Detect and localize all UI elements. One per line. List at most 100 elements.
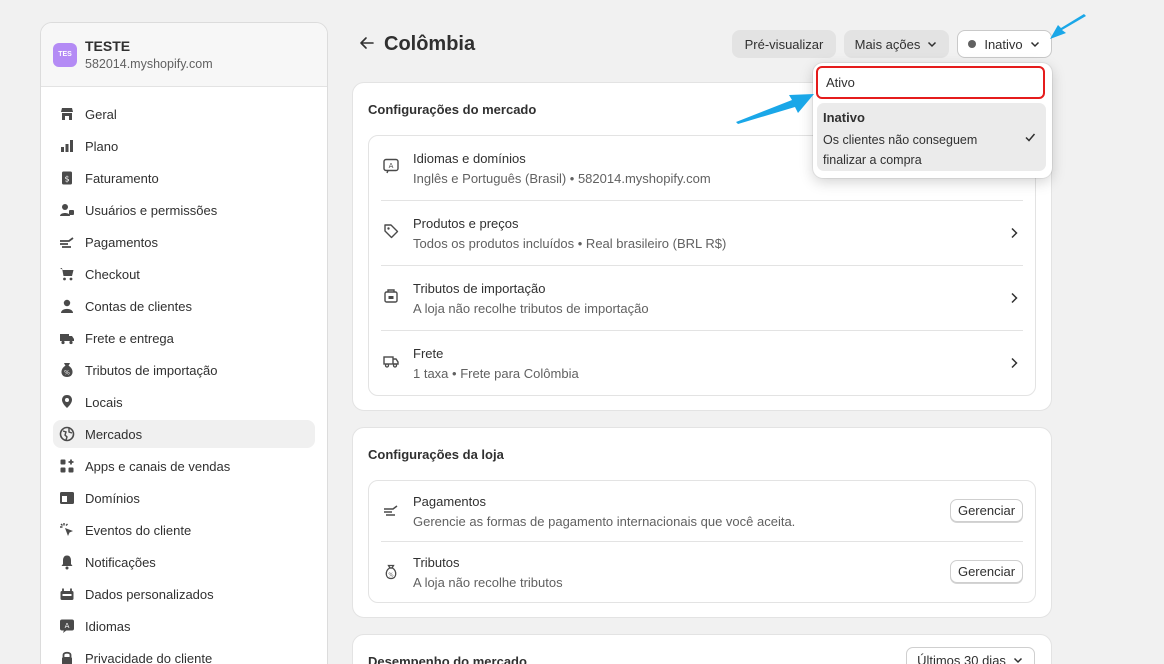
sidebar-item-label: Frete e entrega xyxy=(85,330,174,346)
sidebar-item-label: Tributos de importação xyxy=(85,362,218,378)
sidebar-item-label: Pagamentos xyxy=(85,234,158,250)
lock-icon xyxy=(62,651,72,664)
sidebar-item-notificacoes[interactable]: Notificações xyxy=(53,548,315,576)
manage-payments-button[interactable]: Gerenciar xyxy=(950,499,1023,522)
svg-text:$: $ xyxy=(64,175,69,184)
row-subtitle: Gerencie as formas de pagamento internac… xyxy=(413,514,796,529)
preview-button[interactable]: Pré-visualizar xyxy=(732,30,836,58)
tax-bag-icon: % xyxy=(61,363,73,377)
status-dot-icon xyxy=(968,40,977,48)
sidebar-item-locais[interactable]: Locais xyxy=(53,388,315,416)
sidebar-item-usuarios[interactable]: Usuários e permissões xyxy=(53,196,315,224)
sidebar-item-label: Faturamento xyxy=(85,170,159,186)
location-icon xyxy=(62,395,72,408)
sidebar-item-privacidade[interactable]: Privacidade do cliente xyxy=(53,644,315,664)
sidebar-item-label: Dados personalizados xyxy=(85,586,214,602)
option-title: Inativo xyxy=(823,110,865,125)
status-option-inativo[interactable]: Inativo Os clientes não conseguem finali… xyxy=(817,103,1046,171)
store-avatar: TES xyxy=(53,42,77,67)
sidebar-item-checkout[interactable]: Checkout xyxy=(53,260,315,288)
period-select-button[interactable]: Últimos 30 dias xyxy=(906,647,1035,664)
row-subtitle: 1 taxa • Frete para Colômbia xyxy=(413,366,579,381)
sidebar-item-label: Checkout xyxy=(85,266,140,282)
list-item-tributos-importacao[interactable]: Tributos de importação A loja não recolh… xyxy=(381,266,1023,331)
status-option-ativo[interactable]: Ativo xyxy=(816,66,1045,99)
sidebar-item-label: Locais xyxy=(85,394,123,410)
back-arrow-icon[interactable] xyxy=(357,33,377,53)
sidebar-item-label: Eventos do cliente xyxy=(85,522,192,538)
sidebar-item-eventos[interactable]: Eventos do cliente xyxy=(53,516,315,544)
chevron-right-icon xyxy=(1011,227,1018,239)
svg-text:%: % xyxy=(64,370,70,377)
chevron-down-icon xyxy=(928,41,937,48)
billing-icon: $ xyxy=(62,171,72,185)
manage-taxes-button[interactable]: Gerenciar xyxy=(950,560,1023,583)
status-select-button[interactable]: Inativo xyxy=(957,30,1052,58)
sidebar-item-pagamentos[interactable]: Pagamentos xyxy=(53,228,315,256)
sidebar-item-label: Contas de clientes xyxy=(85,298,192,314)
settings-sidebar: TES TESTE 582014.myshopify.com Geral Pla… xyxy=(40,22,328,664)
row-title: Tributos de importação xyxy=(413,281,546,296)
sidebar-item-label: Geral xyxy=(85,106,117,122)
sidebar-item-dominios[interactable]: Domínios xyxy=(53,484,315,512)
sidebar-item-label: Notificações xyxy=(85,554,156,570)
page-title: Colômbia xyxy=(384,33,476,55)
more-actions-button[interactable]: Mais ações xyxy=(844,30,949,58)
list-item-produtos-precos[interactable]: Produtos e preços Todos os produtos incl… xyxy=(381,201,1023,266)
list-item-tributos: % Tributos A loja não recolhe tributos G… xyxy=(381,542,1023,603)
sidebar-item-mercados[interactable]: Mercados xyxy=(53,420,315,448)
sidebar-item-contas[interactable]: Contas de clientes xyxy=(53,292,315,320)
sidebar-item-label: Mercados xyxy=(85,426,143,442)
cursor-click-icon xyxy=(60,523,73,536)
sidebar-item-label: Usuários e permissões xyxy=(85,202,218,218)
option-description: Os clientes não conseguem finalizar a co… xyxy=(823,133,978,167)
import-box-icon xyxy=(384,289,398,303)
more-actions-label: Mais ações xyxy=(854,36,921,52)
chevron-down-icon xyxy=(1013,657,1022,664)
sidebar-item-tributos-importacao[interactable]: % Tributos de importação xyxy=(53,356,315,384)
sidebar-item-dados[interactable]: Dados personalizados xyxy=(53,580,315,608)
svg-text:%: % xyxy=(388,573,393,579)
domain-icon xyxy=(60,492,74,504)
truck-icon xyxy=(383,356,399,368)
sidebar-item-idiomas[interactable]: A Idiomas xyxy=(53,612,315,640)
chevron-right-icon xyxy=(1011,292,1018,304)
row-title: Tributos xyxy=(413,555,460,570)
period-label: Últimos 30 dias xyxy=(917,652,1006,664)
language-icon: A xyxy=(383,158,399,174)
sidebar-item-label: Privacidade do cliente xyxy=(85,650,213,664)
store-domain: 582014.myshopify.com xyxy=(85,57,213,71)
language-icon: A xyxy=(60,619,74,633)
truck-icon xyxy=(60,334,74,345)
globe-icon xyxy=(59,426,75,442)
store-name: TESTE xyxy=(85,38,131,54)
sidebar-item-label: Idiomas xyxy=(85,618,131,634)
row-subtitle: A loja não recolhe tributos de importaçã… xyxy=(413,301,649,316)
payments-icon xyxy=(60,237,74,248)
sidebar-item-frete[interactable]: Frete e entrega xyxy=(53,324,315,352)
sidebar-item-plano[interactable]: Plano xyxy=(53,132,315,160)
store-settings-card: Configurações da loja Pagamentos Gerenci… xyxy=(352,427,1052,618)
store-icon xyxy=(61,108,73,120)
person-icon xyxy=(61,299,73,313)
sidebar-item-faturamento[interactable]: $ Faturamento xyxy=(53,164,315,192)
row-title: Produtos e preços xyxy=(413,216,519,231)
list-item-frete[interactable]: Frete 1 taxa • Frete para Colômbia xyxy=(381,331,1023,396)
tag-icon xyxy=(384,224,399,239)
bell-icon xyxy=(61,555,73,570)
data-icon xyxy=(60,588,74,600)
market-performance-card: Desempenho do mercado Últimos 30 dias xyxy=(352,634,1052,664)
store-settings-list: Pagamentos Gerencie as formas de pagamen… xyxy=(368,480,1036,603)
svg-text:A: A xyxy=(65,622,70,630)
sidebar-item-geral[interactable]: Geral xyxy=(53,100,315,128)
market-performance-title: Desempenho do mercado xyxy=(368,654,527,664)
annotation-arrow-icon xyxy=(1050,14,1086,39)
payments-icon xyxy=(384,505,398,516)
sidebar-item-apps[interactable]: Apps e canais de vendas xyxy=(53,452,315,480)
cart-icon xyxy=(60,268,74,281)
users-icon xyxy=(60,204,74,216)
list-item-pagamentos: Pagamentos Gerencie as formas de pagamen… xyxy=(381,481,1023,542)
store-switcher[interactable]: TES TESTE 582014.myshopify.com xyxy=(41,23,327,87)
row-title: Idiomas e domínios xyxy=(413,151,526,166)
row-title: Pagamentos xyxy=(413,494,486,509)
